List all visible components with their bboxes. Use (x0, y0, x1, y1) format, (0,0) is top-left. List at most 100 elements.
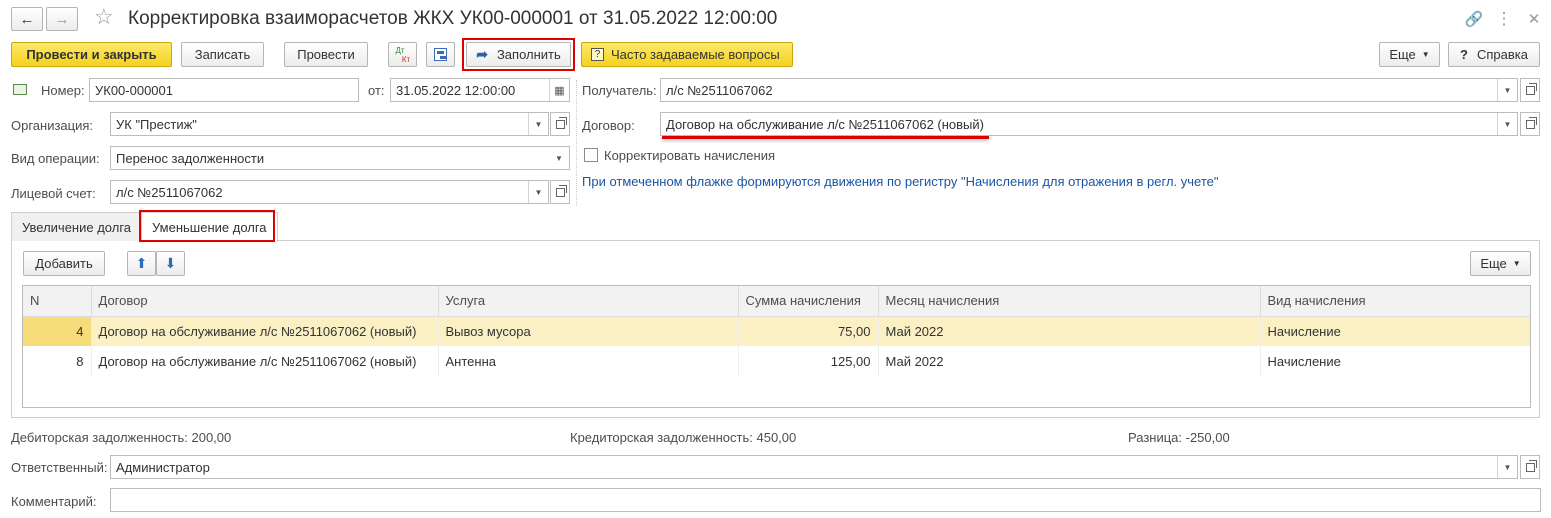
number-label: Номер: (41, 83, 85, 98)
fill-button[interactable]: ➦ Заполнить (466, 42, 571, 67)
info-text: При отмеченном флажке формируются движен… (582, 174, 1219, 189)
chevron-down-icon[interactable]: ▼ (528, 181, 548, 203)
cell-kind[interactable]: Начисление (1260, 316, 1530, 346)
table-row[interactable]: 8 Договор на обслуживание л/с №251106706… (23, 346, 1530, 376)
question-icon: ? (591, 48, 604, 61)
cell-kind[interactable]: Начисление (1260, 346, 1530, 376)
link-icon[interactable]: 🔗 (1464, 9, 1484, 29)
column-header-contract[interactable]: Договор (91, 286, 439, 317)
open-recipient-button[interactable] (1520, 78, 1540, 102)
cell-contract[interactable]: Договор на обслуживание л/с №2511067062 … (91, 346, 439, 376)
open-icon (555, 184, 567, 197)
contract-field[interactable]: Договор на обслуживание л/с №2511067062 … (660, 112, 1518, 136)
responsible-field[interactable]: Администратор ▼ (110, 455, 1518, 479)
move-up-button[interactable]: ⬆ (127, 251, 156, 276)
cell-service[interactable]: Вывоз мусора (438, 316, 739, 346)
post-button[interactable]: Провести (284, 42, 368, 67)
operation-value: Перенос задолженности (116, 150, 265, 166)
account-label: Лицевой счет: (11, 186, 96, 201)
comment-field[interactable] (110, 488, 1541, 512)
chevron-down-icon[interactable]: ▼ (1497, 456, 1517, 478)
vertical-dots-icon[interactable]: ⋮ (1494, 9, 1514, 29)
organization-field[interactable]: УК "Престиж" ▼ (110, 112, 549, 136)
column-header-kind[interactable]: Вид начисления (1260, 286, 1530, 317)
column-header-sum[interactable]: Сумма начисления (738, 286, 879, 317)
fill-button-label: Заполнить (496, 47, 561, 62)
cell-n[interactable]: 8 (23, 346, 92, 376)
table-header-row: N Договор Услуга Сумма начисления Месяц … (23, 286, 1530, 317)
recipient-field[interactable]: л/с №2511067062 ▼ (660, 78, 1518, 102)
more-button-label: Еще (1389, 47, 1416, 62)
table-container: N Договор Услуга Сумма начисления Месяц … (22, 285, 1531, 408)
cell-service[interactable]: Антенна (438, 346, 739, 376)
structure-button[interactable] (426, 42, 455, 67)
chevron-down-icon: ▼ (1421, 50, 1430, 59)
adjust-accruals-label: Корректировать начисления (604, 148, 775, 163)
close-icon[interactable]: ✕ (1524, 9, 1544, 29)
dt-kt-button[interactable]: Дт Кт (388, 42, 417, 67)
arrow-left-icon: ← (19, 10, 35, 28)
forward-button[interactable]: → (46, 7, 78, 31)
responsible-label: Ответственный: (11, 460, 108, 475)
faq-button-label: Часто задаваемые вопросы (611, 47, 780, 62)
write-button[interactable]: Записать (181, 42, 264, 67)
open-responsible-button[interactable] (1520, 455, 1540, 479)
recipient-value: л/с №2511067062 (666, 82, 773, 98)
contract-value: Договор на обслуживание л/с №2511067062 … (666, 116, 984, 132)
tab-increase-debt[interactable]: Увеличение долга (11, 212, 143, 241)
cell-month[interactable]: Май 2022 (878, 346, 1261, 376)
column-header-n[interactable]: N (23, 286, 92, 317)
operation-field[interactable]: Перенос задолженности ▼ (110, 146, 570, 170)
hierarchy-icon (434, 48, 447, 61)
credit-total: Кредиторская задолженность: 450,00 (570, 430, 797, 445)
open-contract-button[interactable] (1520, 112, 1540, 136)
calendar-icon[interactable]: ▦ (549, 79, 569, 101)
number-field[interactable]: УК00-000001 (89, 78, 359, 102)
date-field[interactable]: 31.05.2022 12:00:00 ▦ (390, 78, 570, 102)
help-button[interactable]: ? Справка (1448, 42, 1540, 67)
chevron-down-icon[interactable]: ▼ (1497, 79, 1517, 101)
contract-underline (662, 136, 989, 139)
open-icon (1525, 82, 1537, 95)
cell-sum[interactable]: 125,00 (738, 346, 879, 376)
account-field[interactable]: л/с №2511067062 ▼ (110, 180, 549, 204)
recipient-label: Получатель: (582, 83, 657, 98)
difference-total: Разница: -250,00 (1128, 430, 1230, 445)
chevron-down-icon[interactable]: ▼ (528, 113, 548, 135)
open-icon (1525, 116, 1537, 129)
responsible-value: Администратор (116, 459, 210, 475)
post-and-close-button[interactable]: Провести и закрыть (11, 42, 172, 67)
document-icon (13, 84, 27, 95)
table-row[interactable]: 4 Договор на обслуживание л/с №251106706… (23, 316, 1530, 346)
move-down-button[interactable]: ⬇ (156, 251, 185, 276)
date-value: 31.05.2022 12:00:00 (396, 82, 516, 98)
arrow-up-icon: ⬆ (135, 255, 148, 271)
table-more-button[interactable]: Еще ▼ (1470, 251, 1531, 276)
table-more-label: Еще (1480, 256, 1507, 271)
date-label: от: (368, 83, 385, 98)
back-button[interactable]: ← (11, 7, 43, 31)
fill-arrow-icon: ➦ (476, 46, 488, 62)
help-question-icon: ? (1460, 47, 1468, 62)
adjust-accruals-checkbox[interactable] (584, 148, 598, 162)
more-button[interactable]: Еще ▼ (1379, 42, 1440, 67)
chevron-down-icon[interactable]: ▼ (1497, 113, 1517, 135)
open-organization-button[interactable] (550, 112, 570, 136)
kt-label: Кт (401, 54, 411, 64)
debit-total: Дебиторская задолженность: 200,00 (11, 430, 232, 445)
column-header-month[interactable]: Месяц начисления (878, 286, 1261, 317)
cell-contract[interactable]: Договор на обслуживание л/с №2511067062 … (91, 316, 439, 346)
chevron-down-icon[interactable]: ▼ (549, 147, 569, 169)
column-header-service[interactable]: Услуга (438, 286, 739, 317)
cell-sum[interactable]: 75,00 (738, 316, 879, 346)
column-separator (576, 80, 577, 206)
star-icon[interactable]: ☆ (94, 4, 114, 30)
organization-label: Организация: (11, 118, 94, 133)
faq-button[interactable]: ? Часто задаваемые вопросы (581, 42, 793, 67)
add-button[interactable]: Добавить (23, 251, 105, 276)
cell-month[interactable]: Май 2022 (878, 316, 1261, 346)
window-title: Корректировка взаиморасчетов ЖКХ УК00-00… (128, 8, 778, 29)
chevron-down-icon: ▼ (1512, 259, 1521, 268)
cell-n[interactable]: 4 (23, 316, 92, 346)
open-account-button[interactable] (550, 180, 570, 204)
